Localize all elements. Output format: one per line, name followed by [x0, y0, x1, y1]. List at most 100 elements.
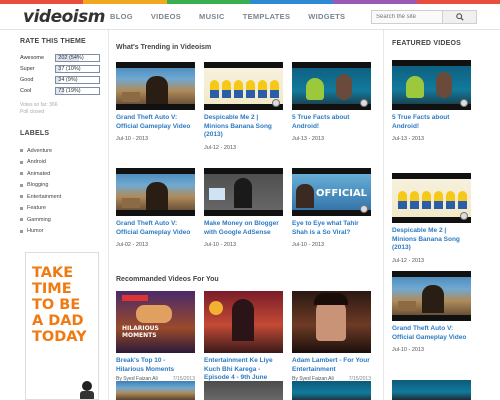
ad-text: TAKE TIME TO BE A DAD TODAY	[32, 265, 87, 345]
main-content: What's Trending in Videoism Grand Theft …	[116, 44, 376, 400]
video-thumbnail[interactable]: OFFICIAL	[292, 168, 371, 216]
featured-video-card[interactable]: Despicable Me 2 | Minions Banana Song (2…	[392, 173, 471, 264]
poll-option-name: Super	[20, 66, 35, 72]
video-thumbnail[interactable]	[204, 62, 283, 110]
video-thumbnail[interactable]	[116, 168, 195, 216]
nav-widgets[interactable]: WIDGETS	[308, 12, 345, 21]
label-text: Gamming	[27, 216, 51, 223]
trending-row-2: Grand Theft Auto V: Official Gameplay Vi…	[116, 168, 371, 248]
video-date: Jul-02 - 2013	[116, 242, 149, 248]
video-thumbnail[interactable]	[292, 381, 371, 400]
video-title-link[interactable]: Despicable Me 2 | Minions Banana Song (2…	[392, 227, 471, 253]
thumb-overlay-text: HILARIOUS MOMENTS	[122, 325, 159, 339]
video-thumbnail[interactable]: HILARIOUS MOMENTS	[116, 291, 195, 353]
nav-templates[interactable]: TEMPLATES	[243, 12, 291, 21]
label-item[interactable]: Feature	[20, 203, 100, 215]
dad-advertisement[interactable]: TAKE TIME TO BE A DAD TODAY	[25, 252, 99, 400]
video-date: Jul-10 - 2013	[292, 242, 325, 248]
search-icon	[455, 13, 464, 21]
poll-option-name: Good	[20, 77, 34, 83]
site-header: videoism BLOG VIDEOS MUSIC TEMPLATES WID…	[0, 4, 500, 30]
video-title-link[interactable]: Make Money on Blogger with Google AdSens…	[204, 220, 283, 237]
video-thumbnail[interactable]	[204, 381, 283, 400]
video-date: Jul-10 - 2013	[204, 242, 237, 248]
baby-icon	[80, 381, 94, 399]
bullet-icon	[20, 218, 23, 222]
video-date: Jul-10 - 2013	[392, 347, 425, 353]
video-card[interactable]: OFFICIAL Eye to Eye what Tahir Shah is a…	[292, 168, 371, 248]
video-thumbnail[interactable]	[392, 60, 471, 110]
search-box	[371, 10, 477, 24]
video-thumbnail[interactable]	[204, 168, 283, 216]
poll-result-bar: 202 (54%)	[55, 54, 100, 62]
video-date: Jul-12 - 2013	[392, 257, 425, 264]
video-thumbnail[interactable]	[392, 380, 471, 400]
video-thumbnail[interactable]	[292, 62, 371, 110]
bullet-icon	[20, 149, 23, 153]
thumb-overlay-text: OFFICIAL	[316, 188, 368, 199]
video-title-link[interactable]: Adam Lambert - For Your Entertainment	[292, 357, 371, 374]
rate-theme-heading: RATE THIS THEME	[20, 38, 86, 45]
poll-result-bar: 37 (10%)	[55, 65, 100, 73]
poll-result-value: 202 (54%)	[58, 55, 84, 61]
trending-heading: What's Trending in Videoism	[116, 44, 212, 51]
site-logo[interactable]: videoism	[23, 7, 105, 27]
label-item[interactable]: Adventure	[20, 145, 100, 157]
video-title-link[interactable]: 5 True Facts about Android!	[292, 114, 371, 131]
poll-result-value: 73 (19%)	[58, 88, 81, 94]
left-column-divider	[108, 30, 109, 400]
search-button[interactable]	[442, 11, 476, 23]
video-thumbnail[interactable]	[204, 291, 283, 353]
video-title-link[interactable]: Eye to Eye what Tahir Shah is a So Viral…	[292, 220, 371, 237]
video-title-link[interactable]: Grand Theft Auto V: Official Gameplay Vi…	[392, 325, 471, 342]
label-text: Feature	[27, 205, 46, 212]
video-thumbnail[interactable]	[292, 291, 371, 353]
video-card[interactable]: 5 True Facts about Android! Jul-13 - 201…	[292, 62, 371, 151]
trending-row-1: Grand Theft Auto V: Official Gameplay Vi…	[116, 62, 371, 151]
video-card[interactable]: Despicable Me 2 | Minions Banana Song (2…	[204, 62, 283, 151]
video-thumbnail[interactable]	[116, 62, 195, 110]
poll-option[interactable]: Super 37 (10%)	[20, 64, 100, 74]
video-title-link[interactable]: Break's Top 10 - Hilarious Moments	[116, 357, 195, 374]
rating-poll: Awesome 202 (54%) Super 37 (10%) Good 34…	[20, 53, 100, 96]
labels-heading: LABELS	[20, 130, 50, 137]
poll-option[interactable]: Awesome 202 (54%)	[20, 53, 100, 63]
video-thumbnail[interactable]	[116, 381, 195, 400]
nav-videos[interactable]: VIDEOS	[151, 12, 181, 21]
video-title-link[interactable]: Grand Theft Auto V: Official Gameplay Vi…	[116, 220, 195, 237]
poll-option[interactable]: Good 34 (9%)	[20, 75, 100, 85]
video-card[interactable]: Grand Theft Auto V: Official Gameplay Vi…	[116, 62, 195, 151]
label-item[interactable]: Animated	[20, 168, 100, 180]
label-item[interactable]: Android	[20, 157, 100, 169]
recommended-row-2	[116, 381, 371, 400]
poll-note: Votes so far: 366 Poll closed	[20, 102, 58, 115]
label-item[interactable]: Entertainment	[20, 191, 100, 203]
featured-video-card[interactable]	[392, 380, 471, 400]
poll-option[interactable]: Cool 73 (19%)	[20, 86, 100, 96]
video-card[interactable]: Make Money on Blogger with Google AdSens…	[204, 168, 283, 248]
video-thumbnail[interactable]	[392, 271, 471, 321]
nav-music[interactable]: MUSIC	[199, 12, 225, 21]
label-text: Android	[27, 159, 46, 166]
video-title-link[interactable]: Despicable Me 2 | Minions Banana Song (2…	[204, 114, 283, 140]
label-text: Animated	[27, 170, 51, 177]
search-input[interactable]	[372, 11, 442, 23]
label-item[interactable]: Blogging	[20, 180, 100, 192]
label-item[interactable]: Gamming	[20, 214, 100, 226]
right-sidebar: FEATURED VIDEOS 5 True Facts about Andro…	[392, 40, 492, 400]
featured-video-card[interactable]: Grand Theft Auto V: Official Gameplay Vi…	[392, 271, 471, 353]
video-date: Jul-12 - 2013	[204, 144, 237, 151]
video-title-link[interactable]: Grand Theft Auto V: Official Gameplay Vi…	[116, 114, 195, 131]
label-item[interactable]: Humor	[20, 226, 100, 238]
nav-blog[interactable]: BLOG	[110, 12, 133, 21]
poll-result-bar: 73 (19%)	[55, 87, 100, 95]
right-column-divider	[383, 30, 384, 400]
featured-video-card[interactable]: 5 True Facts about Android! Jul-13 - 201…	[392, 60, 471, 142]
video-thumbnail[interactable]	[392, 173, 471, 223]
video-title-link[interactable]: 5 True Facts about Android!	[392, 114, 471, 131]
poll-option-name: Awesome	[20, 55, 45, 61]
poll-result-value: 34 (9%)	[58, 77, 78, 83]
recommended-heading: Recommanded Videos For You	[116, 276, 219, 283]
video-card[interactable]: Grand Theft Auto V: Official Gameplay Vi…	[116, 168, 195, 248]
labels-list: Adventure Android Animated Blogging Entertai…	[20, 145, 100, 237]
